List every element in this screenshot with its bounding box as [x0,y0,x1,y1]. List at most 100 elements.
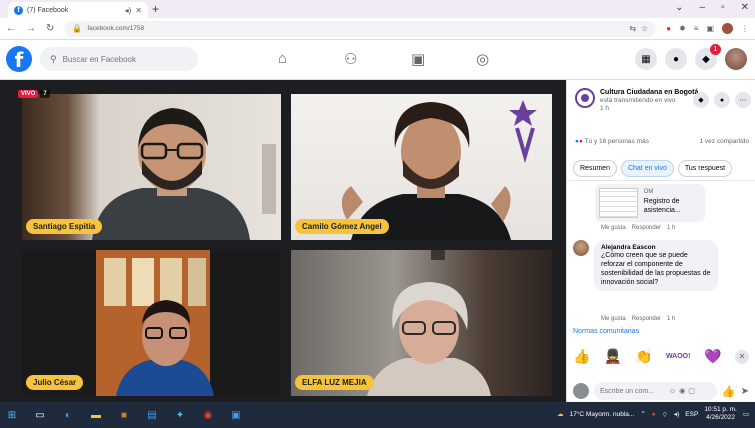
new-tab-button[interactable]: + [152,2,159,16]
star-icon[interactable]: ☆ [641,24,648,33]
weather-text[interactable]: 17°C Mayorm. nubla... [570,411,635,418]
search-input[interactable] [62,54,183,64]
comment-input[interactable] [600,387,666,395]
tab-your-answers[interactable]: Tus respuest [677,160,733,177]
speaker-icon[interactable]: ◂) [125,6,132,15]
clock-time: 10:51 p. m. [704,406,737,413]
app-icon[interactable]: ▣ [230,409,242,421]
like-link[interactable]: Me gusta [601,316,626,322]
comment-actions: Me gusta Responder 1 h [601,225,675,231]
attachment-thumbnail[interactable] [599,188,638,218]
comment-time: 1 h [667,316,676,322]
tray-chevron-icon[interactable]: ⌃ [640,410,645,418]
avatar [573,383,589,399]
groups-icon[interactable]: ◎ [476,50,489,68]
close-tab-icon[interactable]: ✕ [135,6,142,15]
chevron-down-icon[interactable]: ⌄ [675,2,683,13]
tab-live-chat[interactable]: Chat en vivo [620,160,674,177]
file-explorer-icon[interactable]: ▬ [90,409,102,421]
comment-author[interactable]: Alejandra Eascon [601,244,711,251]
reply-link[interactable]: Responder [632,316,661,322]
comment-box[interactable]: ☺ ◉ ▢ [594,382,717,400]
post-time[interactable]: 1 h [600,105,698,113]
translate-icon[interactable]: ⇆ [629,24,636,33]
back-icon[interactable]: ← [6,23,16,34]
menu-icon[interactable]: ⋮ [741,24,749,33]
sidepanel-icon[interactable]: ▣ [706,24,714,33]
browser-tab[interactable]: f (7) Facebook ◂) ✕ [8,2,148,18]
sidebar-tabs: Resumen Chat en vivo Tus respuest [573,160,733,177]
love-reaction-icon: ● [578,138,583,145]
profile-avatar[interactable] [722,23,733,34]
page-logo-icon[interactable] [575,88,595,108]
messenger-icon[interactable]: ● [714,92,730,108]
camera-icon[interactable]: ◉ [679,387,685,395]
windows-taskbar: ⊞ ▭ ◐ ▬ ■ ▤ ✦ ◉ ▣ ☁ 17°C Mayorm. nubla..… [0,402,755,428]
community-standards-link[interactable]: Normas comunitarias [573,328,639,335]
more-icon[interactable]: ⋯ [735,92,751,108]
volume-icon[interactable]: ◂) [674,410,679,418]
minimize-icon[interactable]: – [700,2,706,13]
settings-icon[interactable]: ✦ [174,409,186,421]
menu-grid-icon[interactable]: ▦ [635,48,657,70]
close-window-icon[interactable]: ✕ [741,2,749,13]
url-text[interactable]: facebook.com/1758 [87,25,624,32]
friends-icon[interactable]: ⚇ [344,50,357,68]
browser-tabstrip: f (7) Facebook ◂) ✕ + ⌄ – ▫ ✕ [0,0,755,18]
reading-list-icon[interactable]: ≡ [694,24,699,33]
store-icon[interactable]: ▤ [146,409,158,421]
page-name[interactable]: Cultura Ciudadana en Bogotá [600,88,698,97]
reactions-row: ●● Tú y 18 personas más 1 vez compartido [575,138,749,145]
edge-icon[interactable]: ◐ [62,409,74,421]
notifications-icon[interactable]: ◆ [693,92,709,108]
account-avatar[interactable] [725,48,747,70]
sidebar-actions: ◆ ● ⋯ [693,92,751,108]
clock[interactable]: 10:51 p. m. 4/26/2022 [704,406,737,422]
windows-start-icon[interactable]: ⊞ [6,409,18,421]
watch-icon[interactable]: ▣ [411,50,425,68]
search-box[interactable]: ⚲ [40,47,198,71]
share-count[interactable]: 1 vez compartido [700,138,750,145]
app-icon[interactable]: ■ [118,409,130,421]
reply-link[interactable]: Responder [632,225,661,231]
reaction-summary[interactable]: ●● Tú y 18 personas más [575,138,649,145]
emoji-icon[interactable]: ☺ [669,388,676,395]
extensions: ● ✸ ≡ ▣ ⋮ [666,23,749,34]
maximize-icon[interactable]: ▫ [721,2,725,13]
lock-icon[interactable]: 🔒 [72,24,82,33]
facebook-logo-icon[interactable]: f [6,46,32,72]
url-field[interactable]: 🔒 facebook.com/1758 ⇆ ☆ [64,20,657,37]
waoo-sticker-icon[interactable]: WAOO! [666,353,691,360]
thumbs-up-emoji-icon[interactable]: 👍 [573,348,590,365]
sticker-icon[interactable]: 💂 [604,348,621,365]
weather-icon[interactable]: ☁ [557,410,564,418]
tab-title: (7) Facebook [27,6,69,14]
live-badge: VIVO [18,90,39,98]
extension-icon[interactable]: ✸ [679,24,686,33]
send-icon[interactable]: ➤ [741,386,749,397]
divider [567,180,755,181]
language-indicator[interactable]: ESP [685,411,698,418]
home-icon[interactable]: ⌂ [278,50,287,67]
tab-resumen[interactable]: Resumen [573,160,617,177]
messenger-icon[interactable]: ● [665,48,687,70]
notification-center-icon[interactable]: ▭ [743,410,749,418]
like-button[interactable]: 👍 [722,385,736,398]
close-emoji-bar-icon[interactable]: ✕ [734,349,749,364]
clapping-emoji-icon[interactable]: 👏 [635,348,652,365]
network-icon[interactable]: ⌔ [662,410,668,419]
forward-icon[interactable]: → [26,23,36,34]
reload-icon[interactable]: ↻ [46,23,54,34]
tray-app-icon[interactable]: ● [652,411,656,418]
comment-attachment[interactable]: OM Registro de asistencia... [595,184,705,222]
notifications-icon[interactable]: ◆ 1 [695,44,721,70]
avatar[interactable] [573,240,589,256]
address-bar: ← → ↻ 🔒 facebook.com/1758 ⇆ ☆ ● ✸ ≡ ▣ ⋮ [0,18,755,40]
heart-emoji-icon[interactable]: 💜 [704,348,721,365]
like-link[interactable]: Me gusta [601,225,626,231]
extension-icon[interactable]: ● [666,24,671,33]
task-view-icon[interactable]: ▭ [34,409,46,421]
gif-icon[interactable]: ▢ [688,387,695,395]
live-video-player[interactable]: VIVO 7 Santiago Espitia Camilo Gómez Ang… [0,80,566,402]
chrome-icon[interactable]: ◉ [202,409,214,421]
